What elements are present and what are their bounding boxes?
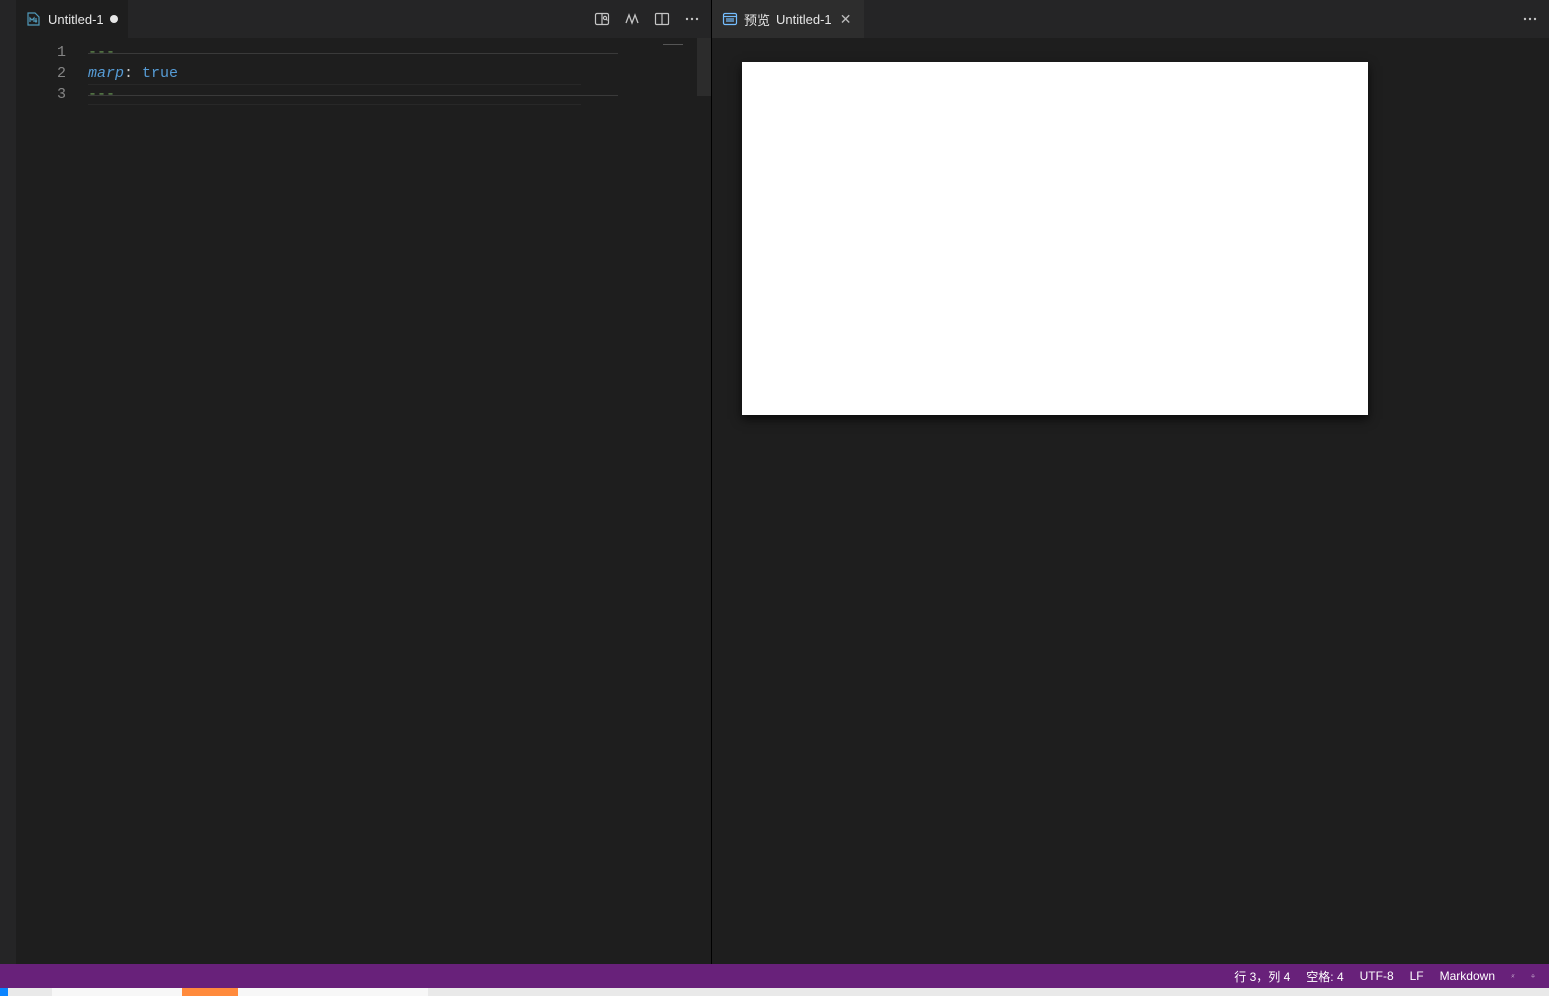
marp-icon[interactable] bbox=[623, 10, 641, 28]
line-number: 2 bbox=[16, 63, 88, 84]
tab-title: Untitled-1 bbox=[48, 12, 104, 27]
markdown-file-icon bbox=[26, 11, 42, 27]
marp-slide bbox=[742, 62, 1368, 415]
tab-bar-right: 预览 Untitled-1 ✕ bbox=[712, 0, 1549, 38]
notifications-bell-icon[interactable] bbox=[1525, 968, 1541, 984]
editor-actions-right bbox=[1511, 0, 1549, 38]
minimap[interactable] bbox=[651, 38, 711, 964]
line-number: 3 bbox=[16, 84, 88, 105]
tab-preview-prefix: 预览 bbox=[744, 10, 770, 29]
dirty-indicator-icon bbox=[110, 15, 118, 23]
status-eol[interactable]: LF bbox=[1404, 964, 1430, 988]
editor-actions-left bbox=[583, 0, 711, 38]
more-actions-icon[interactable] bbox=[683, 10, 701, 28]
code-token-key: marp bbox=[88, 65, 124, 82]
status-bar: 行 3，列 4 空格: 4 UTF-8 LF Markdown bbox=[0, 964, 1549, 988]
status-encoding[interactable]: UTF-8 bbox=[1354, 964, 1400, 988]
editor-group-left: Untitled-1 bbox=[16, 0, 711, 964]
open-preview-side-icon[interactable] bbox=[593, 10, 611, 28]
editor-group-right: 预览 Untitled-1 ✕ bbox=[712, 0, 1549, 964]
more-actions-icon[interactable] bbox=[1521, 10, 1539, 28]
close-icon[interactable]: ✕ bbox=[838, 11, 854, 28]
line-number-gutter: 1 2 3 bbox=[16, 38, 88, 964]
scrollbar-thumb[interactable] bbox=[697, 38, 711, 96]
os-taskbar[interactable] bbox=[0, 988, 1549, 996]
split-editor-icon[interactable] bbox=[653, 10, 671, 28]
code-content[interactable]: --- marp: true --- bbox=[88, 38, 651, 964]
line-number: 1 bbox=[16, 42, 88, 63]
feedback-icon[interactable] bbox=[1505, 968, 1521, 984]
code-editor[interactable]: 1 2 3 --- marp: true --- bbox=[16, 38, 711, 964]
code-token-value: true bbox=[142, 65, 178, 82]
tab-preview[interactable]: 预览 Untitled-1 ✕ bbox=[712, 0, 865, 38]
activity-bar[interactable] bbox=[0, 0, 16, 964]
status-indentation[interactable]: 空格: 4 bbox=[1300, 964, 1349, 988]
tab-bar-left: Untitled-1 bbox=[16, 0, 711, 38]
preview-icon bbox=[722, 11, 738, 27]
tab-untitled-1[interactable]: Untitled-1 bbox=[16, 0, 129, 38]
markdown-preview[interactable] bbox=[712, 38, 1549, 964]
tab-preview-title: Untitled-1 bbox=[776, 12, 832, 27]
status-language-mode[interactable]: Markdown bbox=[1434, 964, 1501, 988]
status-cursor-position[interactable]: 行 3，列 4 bbox=[1228, 964, 1296, 988]
